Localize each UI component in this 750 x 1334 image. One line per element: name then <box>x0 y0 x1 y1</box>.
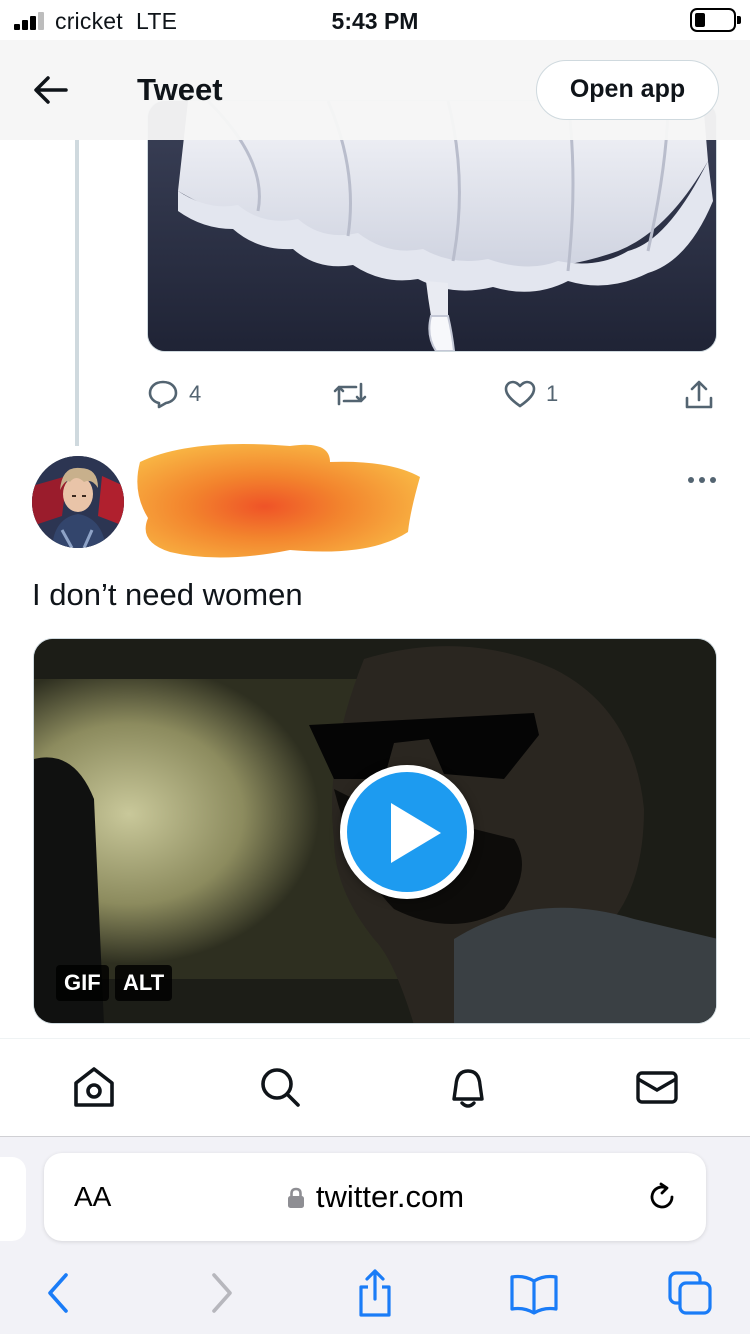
safari-tabs-button[interactable] <box>664 1267 716 1319</box>
address-bar[interactable]: AA twitter.com <box>44 1153 706 1241</box>
page-title: Tweet <box>137 72 223 107</box>
tab-messages[interactable] <box>631 1061 683 1113</box>
more-options-button[interactable] <box>686 468 718 492</box>
home-icon <box>74 1067 114 1107</box>
search-icon <box>261 1068 300 1107</box>
url-display[interactable]: twitter.com <box>44 1179 706 1215</box>
url-text: twitter.com <box>315 1179 465 1214</box>
like-count: 1 <box>546 381 559 406</box>
reload-button[interactable] <box>644 1179 680 1215</box>
heart-icon <box>504 380 536 408</box>
arrow-left-icon <box>34 76 68 104</box>
envelope-icon <box>636 1071 678 1104</box>
anime-character-avatar <box>32 456 124 548</box>
chevron-left-icon <box>48 1273 68 1313</box>
share-icon <box>359 1269 391 1317</box>
tab-notifications[interactable] <box>442 1061 494 1113</box>
safari-back-button[interactable] <box>34 1267 86 1319</box>
reply-bubble-icon <box>148 380 178 409</box>
share-icon <box>685 380 713 409</box>
tab-explore[interactable] <box>254 1061 306 1113</box>
avatar[interactable] <box>32 456 124 548</box>
back-button[interactable] <box>28 70 72 110</box>
tab-home[interactable] <box>68 1061 120 1113</box>
like-button[interactable]: 1 <box>504 376 558 412</box>
gif-badge: GIF <box>56 965 109 1001</box>
retweet-button[interactable] <box>332 376 368 412</box>
status-bar: cricket LTE 5:43 PM <box>0 0 750 40</box>
more-dots-icon <box>688 477 716 483</box>
tweet-text: I don’t need women <box>32 577 303 612</box>
tweet-gif-media[interactable]: GIF ALT <box>33 638 717 1024</box>
status-time: 5:43 PM <box>331 8 419 34</box>
tweet-header: Tweet Open app <box>0 40 750 140</box>
safari-share-button[interactable] <box>349 1267 401 1319</box>
tabs-icon <box>668 1271 712 1315</box>
thread-connector-line <box>75 140 79 446</box>
battery-icon <box>690 8 741 32</box>
previous-tab-peek[interactable] <box>0 1157 26 1241</box>
open-app-button[interactable]: Open app <box>536 60 719 120</box>
book-icon <box>510 1274 558 1315</box>
redacted-username-scribble <box>137 444 421 558</box>
reply-count: 4 <box>189 381 202 406</box>
safari-forward-button[interactable] <box>194 1267 246 1319</box>
reload-icon <box>650 1182 674 1209</box>
bell-icon <box>452 1069 484 1108</box>
lock-icon <box>287 1187 304 1208</box>
play-icon <box>391 803 441 863</box>
reply-button[interactable]: 4 <box>147 376 201 412</box>
retweet-icon <box>333 382 367 406</box>
share-button[interactable] <box>684 376 714 412</box>
play-button[interactable] <box>340 765 474 899</box>
bottom-tab-bar <box>0 1038 750 1136</box>
chevron-right-icon <box>212 1273 232 1313</box>
safari-bookmarks-button[interactable] <box>508 1267 560 1319</box>
safari-toolbar: AA twitter.com <box>0 1136 750 1334</box>
alt-text-badge[interactable]: ALT <box>115 965 173 1001</box>
